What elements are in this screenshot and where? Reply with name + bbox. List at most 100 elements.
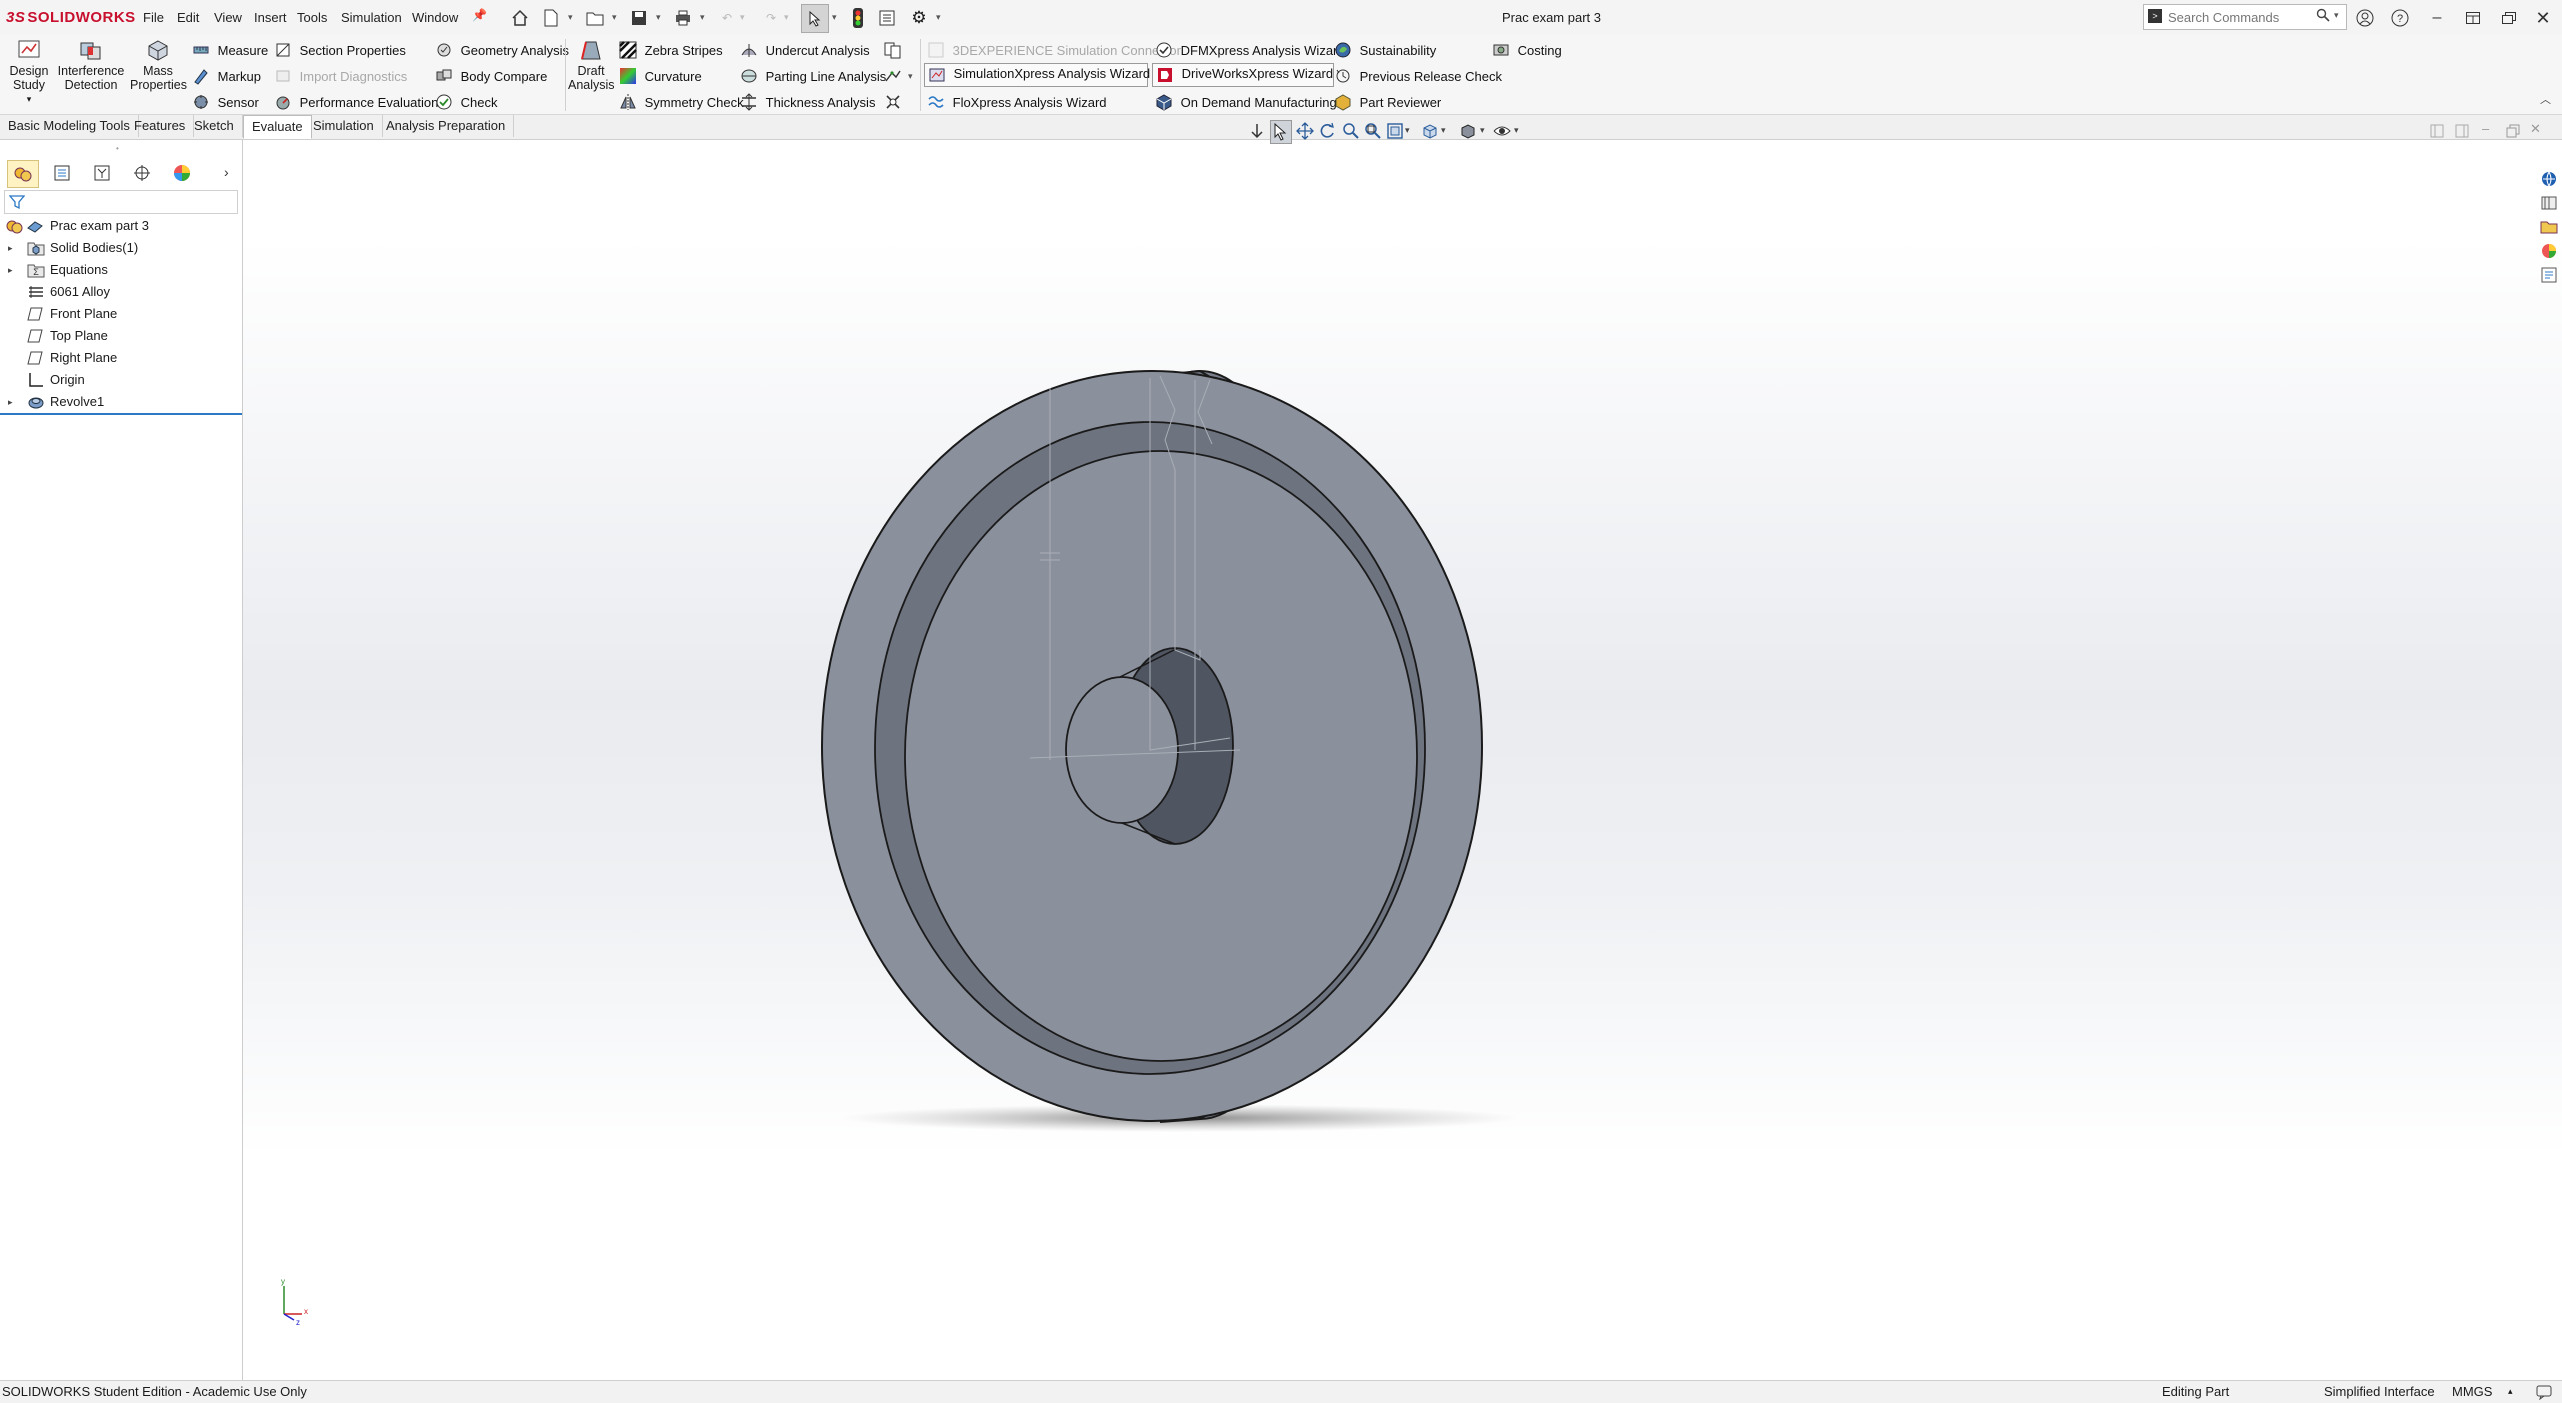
sustainability-button[interactable]: Sustainability [1334,41,1436,62]
tab-features[interactable]: Features [126,115,195,137]
thickness-analysis-button[interactable]: Thickness Analysis [740,93,875,114]
simulationxpress-analysis-wizard-button[interactable]: SimulationXpress Analysis Wizard [924,63,1150,87]
rebuild-traffic-light-icon[interactable] [847,7,869,29]
interference-detection-button[interactable]: Interference Detection [56,39,126,92]
experience-simulation-connector-button[interactable]: 3DEXPERIENCE Simulation Connector [927,41,1181,62]
part-model-pulley[interactable] [820,350,1520,1150]
options-gear-icon[interactable]: ⚙ [908,7,930,29]
mass-properties-button[interactable]: Mass Properties [130,39,187,92]
hide-show-items-icon[interactable] [1492,122,1512,140]
help-icon[interactable]: ? [2387,6,2413,30]
tree-item-solid-bodies[interactable]: ▸ Solid Bodies(1) [0,237,242,259]
markup-button[interactable]: Markup [192,67,261,88]
tab-basic-modeling-tools[interactable]: Basic Modeling Tools [0,115,139,137]
undo-dropdown-icon[interactable]: ▾ [740,12,745,23]
minimize-icon[interactable]: – [2424,6,2450,30]
compare-documents-icon[interactable] [884,41,902,62]
zoom-dropdown-icon[interactable]: ▾ [1405,125,1410,136]
viewport-tile-left-icon[interactable] [2430,124,2444,138]
expand-arrow-icon[interactable]: ▸ [8,237,13,259]
new-dropdown-icon[interactable]: ▾ [568,12,573,23]
body-compare-button[interactable]: Body Compare [435,67,547,88]
menu-insert[interactable]: Insert [254,10,287,25]
panel-tabs-chevron-right-icon[interactable]: › [224,164,229,180]
configurationmanager-tab-icon[interactable] [87,160,117,186]
custom-properties-icon[interactable] [2540,266,2558,284]
save-icon[interactable] [628,7,650,29]
new-document-icon[interactable] [540,7,562,29]
print-dropdown-icon[interactable]: ▾ [700,12,705,23]
analyze-tolerance-icon[interactable] [884,93,902,114]
check-button[interactable]: Check [435,93,497,114]
tab-sketch[interactable]: Sketch [186,115,243,137]
section-properties-button[interactable]: Section Properties [274,41,406,62]
menu-edit[interactable]: Edit [177,10,199,25]
search-commands-box[interactable]: > Search Commands ▾ [2143,4,2347,30]
display-style-dropdown-icon[interactable]: ▾ [1480,125,1485,136]
open-folder-icon[interactable] [584,7,606,29]
tree-item-right-plane[interactable]: Right Plane [0,347,242,369]
sensor-button[interactable]: Sensor [192,93,259,114]
expand-arrow-icon[interactable]: ▸ [8,259,13,281]
part-reviewer-button[interactable]: Part Reviewer [1334,93,1441,114]
collapse-ribbon-chevron-icon[interactable]: ︿ [2540,91,2551,107]
check-sketch-dropdown-icon[interactable]: ▾ [908,71,913,82]
pan-icon[interactable] [1296,122,1314,140]
save-dropdown-icon[interactable]: ▾ [656,12,661,23]
previous-release-check-button[interactable]: Previous Release Check [1334,67,1502,88]
select-tool-icon[interactable] [1270,120,1292,144]
featuremanager-tab-icon[interactable] [7,160,39,188]
menu-simulation[interactable]: Simulation [341,10,402,25]
redo-icon[interactable]: ↷ [760,7,782,29]
curvature-button[interactable]: Curvature [619,67,702,88]
tree-item-material[interactable]: 6061 Alloy [0,281,242,303]
interface-mode-status[interactable]: Simplified Interface [2324,1384,2435,1399]
tab-simulation[interactable]: Simulation [305,115,383,137]
search-icon[interactable] [2316,8,2330,25]
dimxpertmanager-tab-icon[interactable] [127,160,157,186]
viewport-tile-right-icon[interactable] [2455,124,2469,138]
solidworks-logo[interactable]: 3S SOLIDWORKS [6,9,136,26]
print-icon[interactable] [672,7,694,29]
select-dropdown-icon[interactable]: ▾ [832,12,837,23]
zoom-to-area-icon[interactable] [1364,122,1382,140]
close-icon[interactable]: ✕ [2530,6,2556,30]
file-properties-icon[interactable] [876,7,898,29]
expand-arrow-icon[interactable]: ▸ [8,391,13,413]
pin-icon[interactable]: 📌 [472,8,487,22]
unit-system-dropdown-icon[interactable]: ▴ [2508,1386,2513,1397]
select-cursor-icon[interactable] [801,4,829,33]
on-demand-manufacturing-button[interactable]: On Demand Manufacturing [1155,93,1337,114]
hide-show-dropdown-icon[interactable]: ▾ [1514,125,1519,136]
tile-windows-icon[interactable] [2460,6,2486,30]
tree-filter-field[interactable] [4,190,238,214]
displaymanager-tab-icon[interactable] [167,160,197,186]
menu-tools[interactable]: Tools [297,10,327,25]
check-sketch-icon[interactable] [884,67,902,88]
home-icon[interactable] [509,7,531,29]
tree-item-revolve1[interactable]: ▸ Revolve1 [0,391,242,415]
tree-item-front-plane[interactable]: Front Plane [0,303,242,325]
geometry-analysis-button[interactable]: Geometry Analysis [435,41,569,62]
tree-item-top-plane[interactable]: Top Plane [0,325,242,347]
display-style-icon[interactable] [1458,122,1478,140]
tree-root-part[interactable]: Prac exam part 3 [0,215,242,237]
options-dropdown-icon[interactable]: ▾ [936,12,941,23]
status-bar-speech-icon[interactable] [2536,1384,2552,1400]
zoom-icon[interactable] [1342,122,1360,140]
view-orientation-dropdown-icon[interactable]: ▾ [1441,125,1446,136]
file-explorer-icon[interactable] [2540,218,2558,236]
parting-line-analysis-button[interactable]: Parting Line Analysis [740,67,886,88]
panel-splitter-grip[interactable]: • [116,144,119,153]
redo-dropdown-icon[interactable]: ▾ [784,12,789,23]
viewport-close-icon[interactable]: ✕ [2530,121,2541,137]
draft-analysis-button[interactable]: Draft Analysis [568,39,615,92]
restore-icon[interactable] [2496,6,2522,30]
propertymanager-tab-icon[interactable] [47,160,77,186]
measure-button[interactable]: Measure [192,41,268,62]
solidworks-resources-icon[interactable] [2540,170,2558,188]
floxpress-analysis-wizard-button[interactable]: FloXpress Analysis Wizard [927,93,1107,114]
account-icon[interactable] [2352,6,2378,30]
menu-view[interactable]: View [214,10,242,25]
symmetry-check-button[interactable]: Symmetry Check [619,93,744,114]
